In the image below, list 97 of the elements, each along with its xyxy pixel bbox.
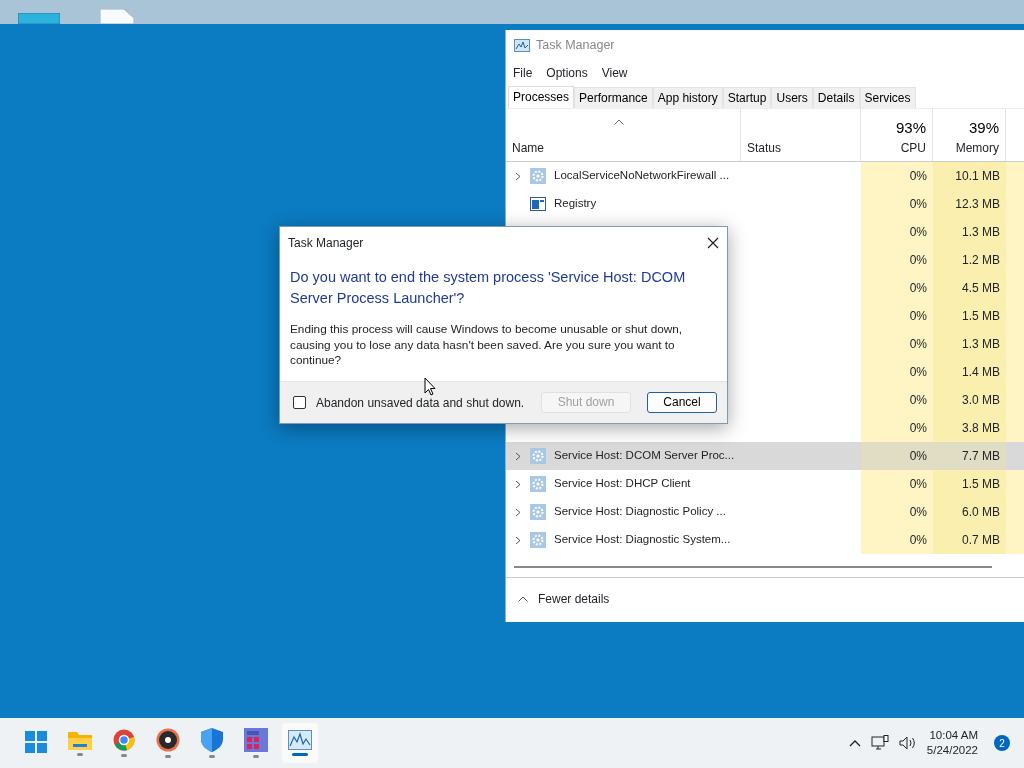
memory-cell: 4.5 MB — [933, 274, 1006, 302]
process-row[interactable]: Registry 0% 12.3 MB — [506, 190, 1024, 218]
gear-icon — [530, 504, 546, 520]
volume-icon[interactable] — [898, 736, 917, 750]
browser-icon — [113, 729, 135, 751]
process-row[interactable]: Service Host: Diagnostic System... 0% 0.7 MB — [506, 526, 1024, 554]
gear-icon — [530, 476, 546, 492]
memory-cell: 3.8 MB — [933, 414, 1006, 442]
memory-cell: 1.3 MB — [933, 330, 1006, 358]
process-name: Service Host: Diagnostic Policy ... — [554, 504, 726, 520]
cpu-cell: 0% — [861, 302, 933, 330]
memory-cell: 1.5 MB — [933, 470, 1006, 498]
cpu-cell: 0% — [861, 498, 933, 526]
column-header[interactable]: CPU — [867, 139, 926, 157]
cpu-cell: 0% — [861, 162, 933, 190]
process-row[interactable]: Service Host: Diagnostic Policy ... 0% 6.0 MB — [506, 498, 1024, 526]
cpu-cell: 0% — [861, 414, 933, 442]
close-button[interactable] — [707, 237, 719, 249]
cpu-cell: 0% — [861, 218, 933, 246]
chevron-up-icon[interactable] — [848, 739, 861, 747]
memory-total: 39% — [967, 118, 999, 138]
chart-icon — [514, 38, 530, 52]
cpu-cell: 0% — [861, 526, 933, 554]
process-row[interactable]: Service Host: DHCP Client 0% 1.5 MB — [506, 470, 1024, 498]
menu-item[interactable]: Options — [546, 64, 588, 82]
tab[interactable]: Details — [812, 87, 860, 108]
process-row[interactable]: 0% 1.3 MB — [506, 218, 1024, 246]
tab[interactable]: Services — [859, 87, 916, 108]
tab[interactable]: Performance — [574, 87, 653, 108]
memory-cell: 3.0 MB — [933, 386, 1006, 414]
window-title: Task Manager — [536, 36, 615, 54]
window-icon — [530, 197, 546, 211]
cpu-cell: 0% — [861, 190, 933, 218]
memory-cell: 0.7 MB — [933, 526, 1006, 554]
menu-item[interactable]: View — [601, 64, 628, 82]
memory-cell: 1.2 MB — [933, 246, 1006, 274]
cpu-cell: 0% — [861, 274, 933, 302]
process-row[interactable]: 0% 3.8 MB — [506, 414, 1024, 442]
process-name: LocalServiceNoNetworkFirewall ... — [554, 168, 730, 184]
tab[interactable]: Users — [771, 87, 813, 108]
document-icon — [100, 9, 134, 24]
menu-item[interactable]: File — [513, 64, 533, 82]
cpu-total: 93% — [894, 118, 926, 138]
memory-cell: 1.4 MB — [933, 358, 1006, 386]
process-name: Service Host: DHCP Client — [554, 476, 691, 492]
column-header[interactable]: Name — [512, 139, 734, 157]
gear-icon — [530, 532, 546, 548]
fewer-details-link[interactable]: Fewer details — [538, 590, 610, 608]
start-icon — [25, 730, 47, 753]
shield-icon — [201, 728, 223, 752]
column-header[interactable]: Memory — [939, 139, 999, 157]
chevron-icon[interactable] — [515, 451, 521, 461]
chevron-icon[interactable] — [515, 479, 521, 489]
chevron-icon[interactable] — [515, 507, 521, 517]
cpu-cell: 0% — [861, 470, 933, 498]
process-row[interactable]: LocalServiceNoNetworkFirewall ... 0% 10.1 MB — [506, 162, 1024, 190]
checkbox[interactable] — [293, 396, 306, 409]
chart-icon — [288, 730, 312, 750]
notification-badge[interactable]: 2 — [994, 735, 1010, 751]
network-icon[interactable] — [870, 735, 889, 751]
memory-cell: 6.0 MB — [933, 498, 1006, 526]
gear-icon — [530, 168, 546, 184]
gear-icon — [530, 448, 546, 464]
disc-icon — [156, 728, 180, 752]
dialog-title: Task Manager — [288, 235, 364, 252]
cursor-icon — [424, 377, 436, 396]
cancel-button[interactable]: Cancel — [647, 392, 717, 413]
folder-icon — [68, 730, 92, 750]
column-header[interactable]: Status — [747, 139, 854, 157]
cpu-cell: 0% — [861, 386, 933, 414]
process-name: Service Host: DCOM Server Proc... — [554, 448, 735, 464]
cpu-cell: 0% — [861, 442, 933, 470]
tab[interactable]: Startup — [722, 87, 772, 108]
clock-date[interactable]: 5/24/2022 — [926, 743, 978, 758]
scrollbar[interactable] — [514, 565, 992, 568]
cpu-cell: 0% — [861, 330, 933, 358]
clock-time[interactable]: 10:04 AM — [926, 728, 978, 743]
tab[interactable]: App history — [652, 87, 723, 108]
chevron-up-icon[interactable] — [518, 596, 528, 602]
process-name: Registry — [554, 196, 597, 212]
memory-cell: 7.7 MB — [933, 442, 1006, 470]
cpu-cell: 0% — [861, 246, 933, 274]
grid-icon — [244, 728, 268, 752]
desktop-item-icon — [18, 13, 60, 24]
memory-cell: 12.3 MB — [933, 190, 1006, 218]
process-name: Service Host: Diagnostic System... — [554, 532, 731, 548]
process-row[interactable]: Service Host: DCOM Server Proc... 0% 7.7 MB — [506, 442, 1024, 470]
memory-cell: 1.5 MB — [933, 302, 1006, 330]
checkbox-label[interactable]: Abandon unsaved data and shut down. — [316, 393, 525, 412]
chevron-icon[interactable] — [515, 535, 521, 545]
memory-cell: 10.1 MB — [933, 162, 1006, 190]
cpu-cell: 0% — [861, 358, 933, 386]
memory-cell: 1.3 MB — [933, 218, 1006, 246]
chevron-icon[interactable] — [515, 171, 521, 181]
tab[interactable]: Processes — [508, 86, 575, 108]
dialog-heading: Do you want to end the system process 'Service Host: DCOM Server Process Launcher'? — [289, 268, 687, 308]
sort-caret-icon — [614, 119, 624, 125]
